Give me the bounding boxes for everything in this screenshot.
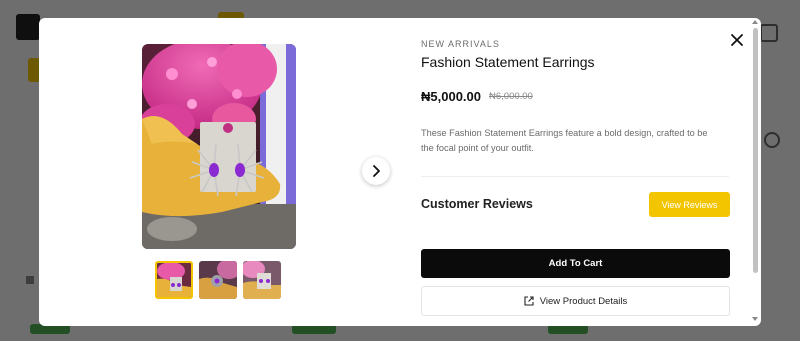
next-image-button[interactable] (362, 157, 390, 185)
scroll-down-arrow[interactable] (752, 317, 758, 321)
close-button[interactable] (728, 32, 746, 50)
product-category-label: NEW ARRIVALS (421, 39, 500, 49)
product-old-price: ₦6,000.00 (489, 91, 533, 102)
product-quick-view-modal: NEW ARRIVALS Fashion Statement Earrings … (39, 18, 761, 326)
product-description: These Fashion Statement Earrings feature… (421, 128, 708, 153)
add-to-cart-button[interactable]: Add To Cart (421, 249, 730, 278)
product-price: ₦5,000.00 (421, 89, 481, 104)
close-icon (731, 34, 743, 46)
external-link-icon (524, 296, 534, 306)
product-title: Fashion Statement Earrings (421, 54, 595, 70)
thumbnail-2[interactable] (199, 261, 237, 299)
section-divider (421, 176, 729, 177)
view-product-details-label: View Product Details (539, 295, 628, 307)
chevron-right-icon (373, 165, 380, 177)
scroll-up-arrow[interactable] (752, 20, 758, 24)
thumbnail-3[interactable] (243, 261, 281, 299)
add-to-cart-label: Add To Cart (548, 258, 603, 269)
customer-reviews-heading: Customer Reviews (421, 197, 533, 211)
scrollbar-thumb[interactable] (753, 28, 758, 273)
product-main-image (142, 44, 296, 249)
view-reviews-label: View Reviews (661, 199, 718, 210)
thumbnail-1[interactable] (155, 261, 193, 299)
view-product-details-button[interactable]: View Product Details (421, 286, 730, 316)
view-reviews-button[interactable]: View Reviews (649, 192, 730, 217)
thumbnail-strip (155, 261, 281, 299)
